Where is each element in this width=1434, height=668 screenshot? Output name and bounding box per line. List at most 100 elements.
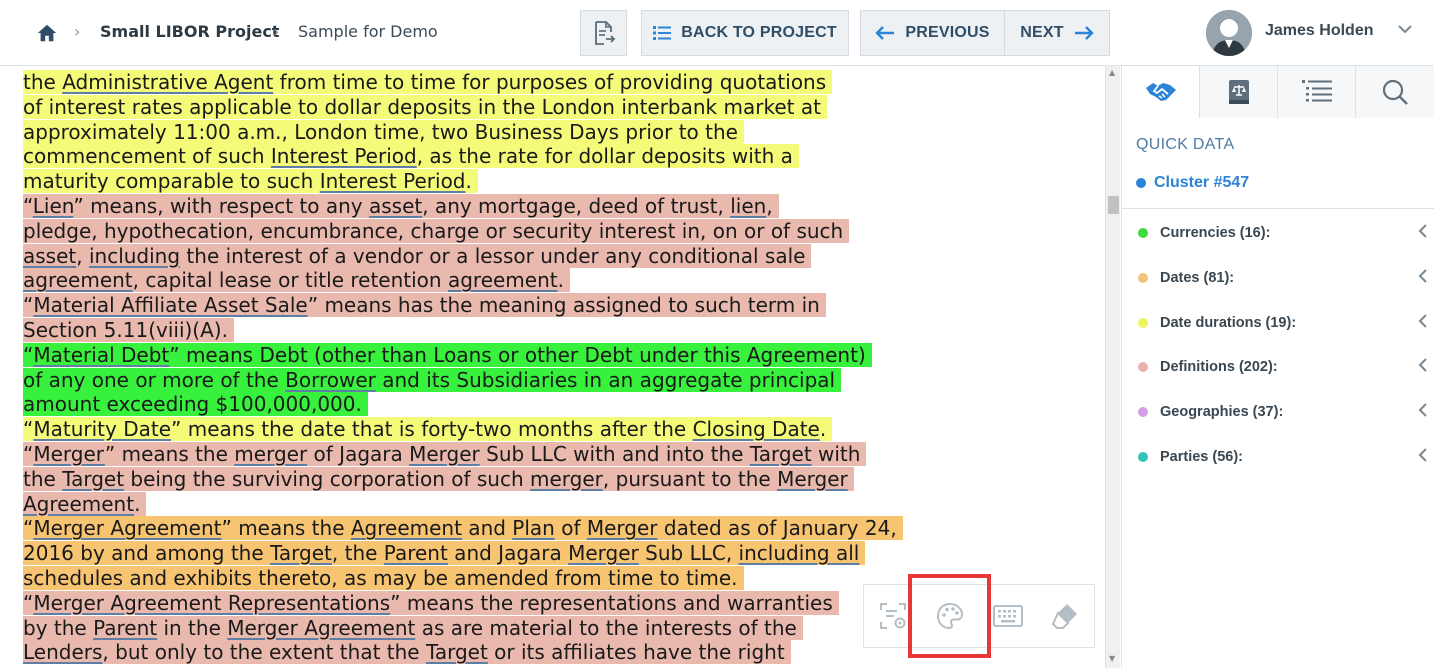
chevron-left-icon[interactable] bbox=[1418, 402, 1428, 418]
highlighted-segment[interactable]: commencement of such Interest Period, as… bbox=[23, 144, 799, 169]
category-item[interactable]: Date durations (19): bbox=[1138, 311, 1428, 335]
keyboard-tool[interactable] bbox=[979, 584, 1037, 648]
highlighted-segment[interactable]: “Lien” means, with respect to any asset,… bbox=[23, 193, 779, 218]
entity-link[interactable]: Interest Period bbox=[320, 169, 466, 193]
entity-link[interactable]: Material Affiliate Asset Sale bbox=[33, 293, 307, 317]
scan-view-tool[interactable] bbox=[864, 584, 922, 648]
highlighted-segment[interactable]: maturity comparable to such Interest Per… bbox=[23, 169, 478, 194]
next-button[interactable]: NEXT bbox=[1004, 10, 1110, 56]
highlighted-segment[interactable]: “Merger Agreement” means the Agreement a… bbox=[23, 516, 903, 541]
entity-link[interactable]: Borrower bbox=[285, 368, 376, 392]
entity-link[interactable]: Interest Period bbox=[271, 144, 417, 168]
entity-link[interactable]: Target bbox=[270, 541, 332, 565]
tab-outline[interactable] bbox=[1278, 66, 1356, 118]
entity-link[interactable]: Merger Agreement bbox=[227, 616, 415, 640]
highlighted-segment[interactable]: the Target being the surviving corporati… bbox=[23, 466, 854, 491]
highlighted-segment[interactable]: approximately 11:00 a.m., London time, t… bbox=[23, 119, 744, 144]
entity-link[interactable]: Agreement bbox=[23, 492, 134, 516]
highlighted-segment[interactable]: schedules and exhibits thereto, as may b… bbox=[23, 565, 744, 590]
entity-link[interactable]: including all bbox=[739, 541, 860, 565]
highlighted-segment[interactable]: pledge, hypothecation, encumbrance, char… bbox=[23, 218, 850, 243]
cluster-link[interactable]: Cluster #547 bbox=[1136, 174, 1249, 192]
text-run: being the surviving corporation of such bbox=[124, 466, 531, 491]
highlighted-segment[interactable]: of any one or more of the Borrower and i… bbox=[23, 367, 842, 392]
highlighted-segment[interactable]: “Material Affiliate Asset Sale” means ha… bbox=[23, 293, 826, 318]
breadcrumb-project[interactable]: Small LIBOR Project bbox=[100, 22, 279, 41]
text-run: the bbox=[23, 466, 63, 491]
highlighted-segment[interactable]: “Merger Agreement Representations” means… bbox=[23, 590, 839, 615]
entity-link[interactable]: lien bbox=[730, 194, 766, 218]
eraser-tool[interactable] bbox=[1037, 584, 1095, 648]
chevron-left-icon[interactable] bbox=[1418, 357, 1428, 373]
entity-link[interactable]: asset bbox=[369, 194, 422, 218]
highlighted-segment[interactable]: by the Parent in the Merger Agreement as… bbox=[23, 615, 803, 640]
chevron-left-icon[interactable] bbox=[1418, 223, 1428, 239]
highlighted-segment[interactable]: Agreement. bbox=[23, 491, 147, 516]
scroll-down-icon[interactable]: ▼ bbox=[1109, 654, 1115, 663]
highlighted-segment[interactable]: “Maturity Date” means the date that is f… bbox=[23, 417, 833, 442]
tab-law[interactable] bbox=[1200, 66, 1278, 118]
scroll-up-icon[interactable]: ▲ bbox=[1109, 68, 1115, 77]
entity-link[interactable]: Agreement bbox=[351, 516, 462, 540]
highlighted-segment[interactable]: asset, including the interest of a vendo… bbox=[23, 243, 812, 268]
entity-link[interactable]: Maturity Date bbox=[33, 417, 171, 441]
entity-link[interactable]: Merger Agreement Representations bbox=[33, 591, 390, 615]
export-document-button[interactable] bbox=[580, 10, 627, 56]
scroll-thumb[interactable] bbox=[1108, 196, 1119, 214]
category-item[interactable]: Geographies (37): bbox=[1138, 400, 1428, 424]
back-to-project-button[interactable]: BACK TO PROJECT bbox=[641, 10, 849, 56]
entity-link[interactable]: Merger bbox=[587, 516, 658, 540]
entity-link[interactable]: agreement bbox=[23, 268, 133, 292]
entity-link[interactable]: Merger bbox=[568, 541, 639, 565]
entity-link[interactable]: Target bbox=[750, 442, 812, 466]
home-icon[interactable] bbox=[36, 22, 58, 44]
palette-tool[interactable] bbox=[922, 584, 980, 648]
entity-link[interactable]: Parent bbox=[384, 541, 448, 565]
chevron-left-icon[interactable] bbox=[1418, 313, 1428, 329]
highlighted-segment[interactable]: Section 5.11(viii)(A). bbox=[23, 317, 234, 342]
user-name[interactable]: James Holden bbox=[1265, 22, 1373, 40]
entity-link[interactable]: Merger bbox=[409, 442, 480, 466]
entity-link[interactable]: Lenders bbox=[23, 640, 102, 664]
category-label: Parties (56): bbox=[1160, 449, 1244, 465]
entity-link[interactable]: Lien bbox=[33, 194, 74, 218]
tab-search[interactable] bbox=[1356, 66, 1434, 118]
entity-link[interactable]: Target bbox=[62, 467, 124, 491]
category-item[interactable]: Definitions (202): bbox=[1138, 355, 1428, 379]
category-item[interactable]: Dates (81): bbox=[1138, 266, 1428, 290]
highlighted-segment[interactable]: of interest rates applicable to dollar d… bbox=[23, 94, 827, 119]
avatar[interactable] bbox=[1206, 10, 1252, 56]
entity-link[interactable]: Target bbox=[426, 640, 488, 664]
tab-parties[interactable] bbox=[1122, 66, 1200, 118]
entity-link[interactable]: Merger bbox=[777, 467, 848, 491]
entity-link[interactable]: Plan bbox=[512, 516, 555, 540]
entity-link[interactable]: Merger Agreement bbox=[33, 516, 221, 540]
entity-link[interactable]: Closing Date bbox=[693, 417, 820, 441]
entity-link[interactable]: Administrative Agent bbox=[62, 70, 273, 94]
highlighted-segment[interactable]: agreement, capital lease or title retent… bbox=[23, 268, 570, 293]
entity-link[interactable]: agreement bbox=[448, 268, 558, 292]
document-scrollbar[interactable]: ▲ ▼ bbox=[1105, 66, 1120, 668]
entity-link[interactable]: Parent bbox=[93, 616, 157, 640]
highlighted-segment[interactable]: Lenders, but only to the extent that the… bbox=[23, 640, 791, 665]
entity-link[interactable]: merger bbox=[530, 467, 603, 491]
category-item[interactable]: Parties (56): bbox=[1138, 445, 1428, 469]
highlighted-segment[interactable]: “Merger” means the merger of Jagara Merg… bbox=[23, 441, 867, 466]
entity-link[interactable]: Merger bbox=[33, 442, 105, 466]
previous-button[interactable]: PREVIOUS bbox=[860, 10, 1005, 56]
highlighted-segment[interactable]: amount exceeding $100,000,000. bbox=[23, 392, 368, 417]
document-viewer[interactable]: the Administrative Agent from time to ti… bbox=[0, 66, 1105, 668]
category-item[interactable]: Currencies (16): bbox=[1138, 221, 1428, 245]
entity-link[interactable]: Material Debt bbox=[33, 343, 169, 367]
entity-link[interactable]: merger bbox=[234, 442, 307, 466]
chevron-down-icon[interactable] bbox=[1398, 24, 1412, 34]
highlighted-segment[interactable]: the Administrative Agent from time to ti… bbox=[23, 70, 833, 94]
category-dot bbox=[1138, 407, 1148, 417]
entity-link[interactable]: asset bbox=[23, 244, 76, 268]
document-line: schedules and exhibits thereto, as may b… bbox=[23, 565, 923, 591]
highlighted-segment[interactable]: “Material Debt” means Debt (other than L… bbox=[23, 342, 872, 367]
chevron-left-icon[interactable] bbox=[1418, 268, 1428, 284]
entity-link[interactable]: including bbox=[89, 244, 180, 268]
chevron-left-icon[interactable] bbox=[1418, 447, 1428, 463]
highlighted-segment[interactable]: 2016 by and among the Target, the Parent… bbox=[23, 541, 866, 566]
